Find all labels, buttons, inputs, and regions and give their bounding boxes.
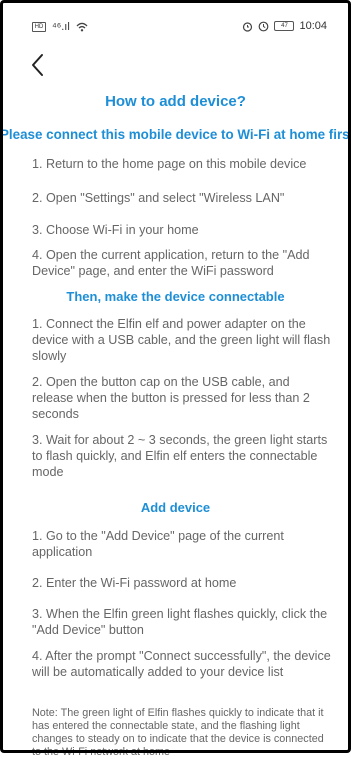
status-bar: HD ⁴⁶.ıl 47 10:04 [0,0,351,38]
wifi-step-4: 4. Open the current application, return … [32,248,310,278]
section-heading-wifi: Please connect this mobile device to Wi-… [0,127,351,142]
status-time: 10:04 [299,20,327,32]
add-step-4: 4. After the prompt "Connect successfull… [32,649,331,679]
section-heading-connectable: Then, make the device connectable [66,289,285,304]
wifi-icon [76,22,88,32]
wifi-step-2: 2. Open "Settings" and select "Wireless … [32,191,285,205]
add-step-1: 1. Go to the "Add Device" page of the cu… [32,529,284,559]
add-step-3: 3. When the Elfin green light flashes qu… [32,607,328,637]
battery-icon: 47 [274,21,295,31]
connectable-step-2: 2. Open the button cap on the USB cable,… [32,375,310,421]
note-text: Note: The green light of Elfin flashes q… [32,707,324,758]
connectable-step-3: 3. Wait for about 2 ~ 3 seconds, the gre… [32,433,328,479]
battery-level: 47 [281,23,288,29]
connectable-step-1: 1. Connect the Elfin elf and power adapt… [32,317,331,363]
wifi-step-1: 1. Return to the home page on this mobil… [32,157,307,171]
clock-icon [259,21,269,31]
alarm-icon [243,21,253,32]
signal-icon: ⁴⁶.ıl [52,21,70,33]
section-heading-add-device: Add device [140,500,211,515]
wifi-step-3: 3. Choose Wi-Fi in your home [32,223,199,237]
chevron-left-icon [32,54,43,76]
page-title: How to add device? [105,93,246,110]
back-button[interactable] [28,52,48,78]
sim-icon: HD [32,22,46,32]
status-left: HD ⁴⁶.ıl [32,21,88,33]
add-step-2: 2. Enter the Wi-Fi password at home [32,576,237,590]
status-right: 47 10:04 [242,20,327,32]
